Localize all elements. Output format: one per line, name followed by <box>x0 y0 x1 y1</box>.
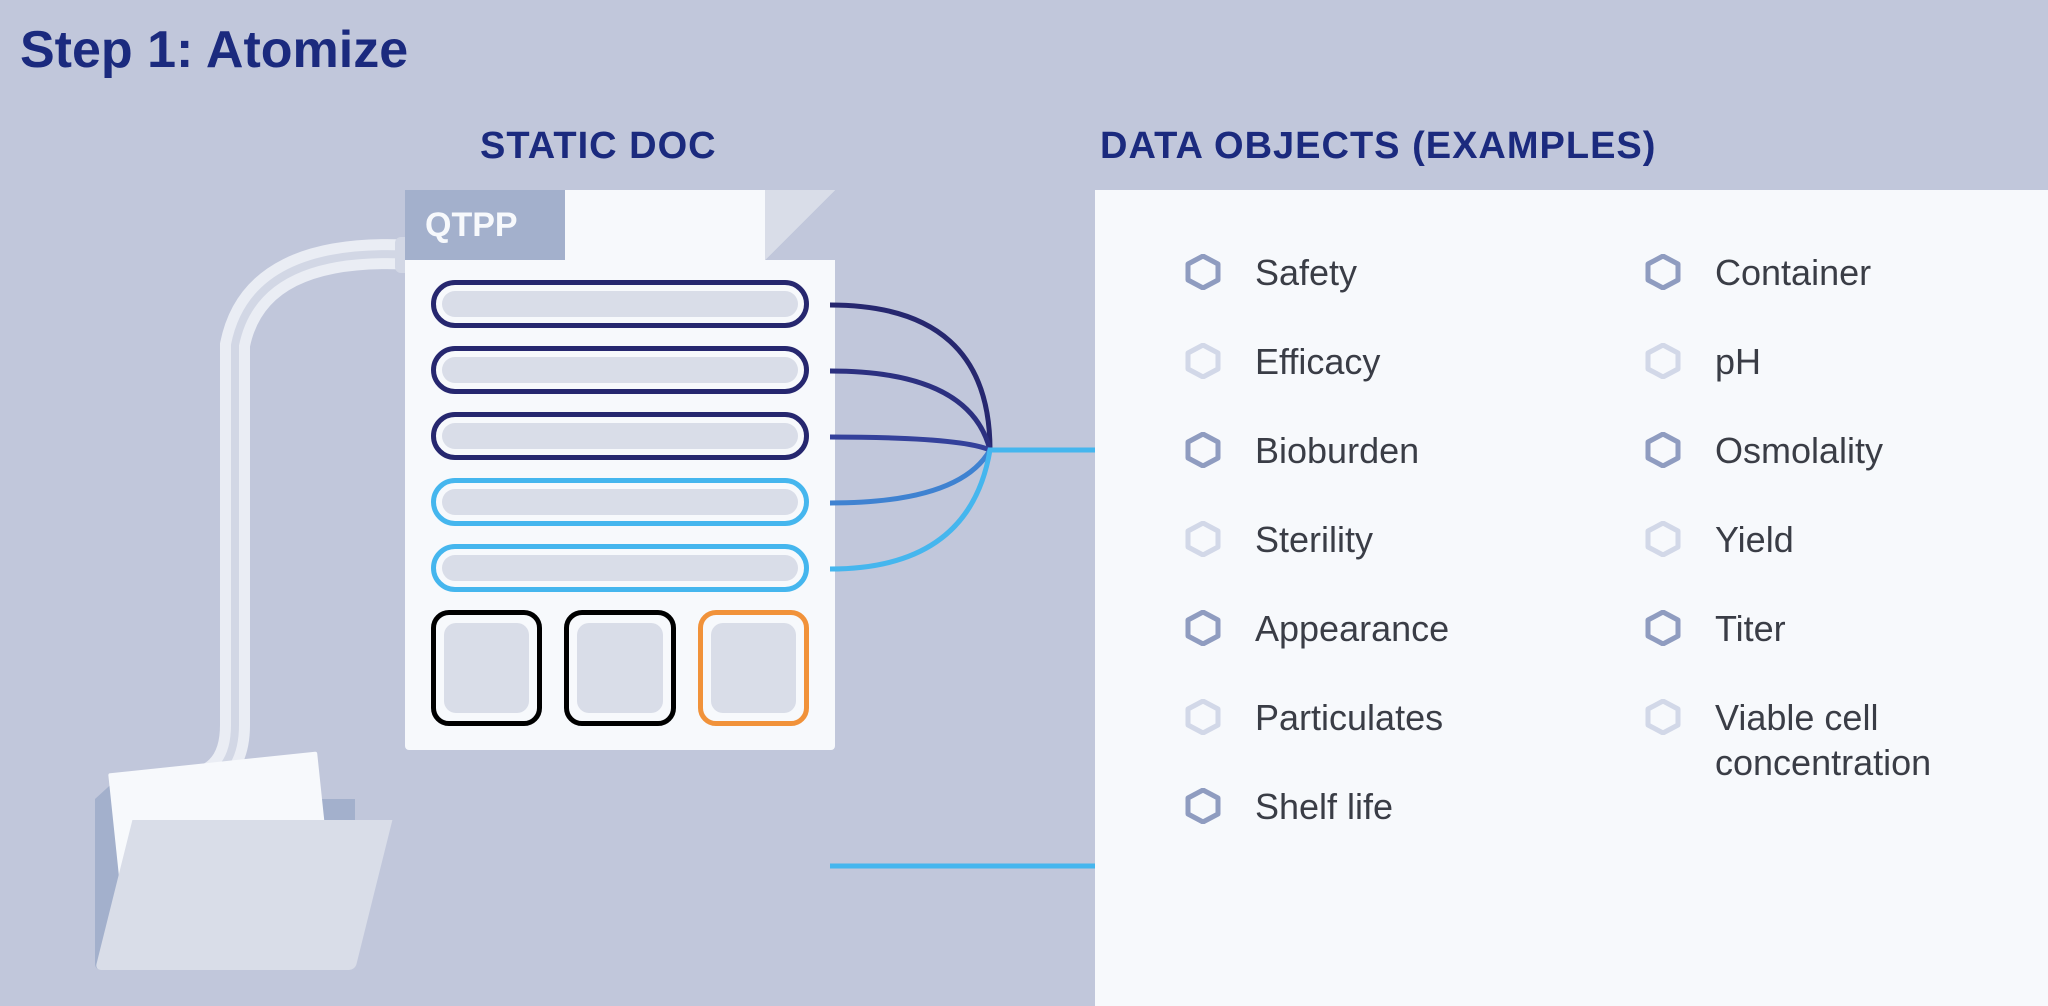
static-doc-graphic: QTPP <box>405 190 835 750</box>
doc-box <box>564 610 675 726</box>
folder-graphic <box>95 780 355 970</box>
data-object-label: Viable cell concentration <box>1715 695 1975 785</box>
hex-icon <box>1645 610 1681 646</box>
data-object-label: Yield <box>1715 517 1794 562</box>
data-object-item: Osmolality <box>1645 428 1975 473</box>
data-object-label: Container <box>1715 250 1871 295</box>
data-object-label: Titer <box>1715 606 1786 651</box>
data-object-item: Shelf life <box>1185 784 1515 829</box>
data-object-label: Osmolality <box>1715 428 1883 473</box>
data-object-item: pH <box>1645 339 1975 384</box>
data-object-label: Bioburden <box>1255 428 1419 473</box>
connector-lines <box>830 190 1100 930</box>
doc-pill <box>431 544 809 592</box>
data-object-label: Efficacy <box>1255 339 1380 384</box>
page-title: Step 1: Atomize <box>20 20 408 80</box>
data-object-item: Container <box>1645 250 1975 295</box>
heading-data-objects: DATA OBJECTS (EXAMPLES) <box>1100 125 1656 168</box>
doc-pill <box>431 280 809 328</box>
data-object-item: Particulates <box>1185 695 1515 740</box>
data-object-item: Titer <box>1645 606 1975 651</box>
doc-box <box>431 610 542 726</box>
data-object-item: Appearance <box>1185 606 1515 651</box>
doc-pill <box>431 412 809 460</box>
hex-icon <box>1645 521 1681 557</box>
data-object-label: Sterility <box>1255 517 1373 562</box>
doc-pill <box>431 346 809 394</box>
data-object-item: Yield <box>1645 517 1975 562</box>
doc-box <box>698 610 809 726</box>
data-object-item: Sterility <box>1185 517 1515 562</box>
hex-icon <box>1645 343 1681 379</box>
hex-icon <box>1645 432 1681 468</box>
cable-graphic <box>165 225 425 795</box>
data-objects-panel: Safety Efficacy Bioburden Sterility Appearan… <box>1095 190 2048 1006</box>
data-object-label: Safety <box>1255 250 1357 295</box>
data-object-item: Safety <box>1185 250 1515 295</box>
doc-tab-label: QTPP <box>405 190 565 260</box>
data-object-label: Shelf life <box>1255 784 1393 829</box>
data-object-label: Appearance <box>1255 606 1449 651</box>
hex-icon <box>1185 254 1221 290</box>
data-object-label: pH <box>1715 339 1761 384</box>
data-object-label: Particulates <box>1255 695 1443 740</box>
doc-pill <box>431 478 809 526</box>
hex-icon <box>1185 432 1221 468</box>
hex-icon <box>1645 699 1681 735</box>
data-object-item: Bioburden <box>1185 428 1515 473</box>
data-object-item: Efficacy <box>1185 339 1515 384</box>
hex-icon <box>1185 521 1221 557</box>
hex-icon <box>1185 699 1221 735</box>
hex-icon <box>1185 788 1221 824</box>
data-object-item: Viable cell concentration <box>1645 695 1975 785</box>
hex-icon <box>1185 343 1221 379</box>
heading-static-doc: STATIC DOC <box>480 125 717 168</box>
hex-icon <box>1645 254 1681 290</box>
hex-icon <box>1185 610 1221 646</box>
